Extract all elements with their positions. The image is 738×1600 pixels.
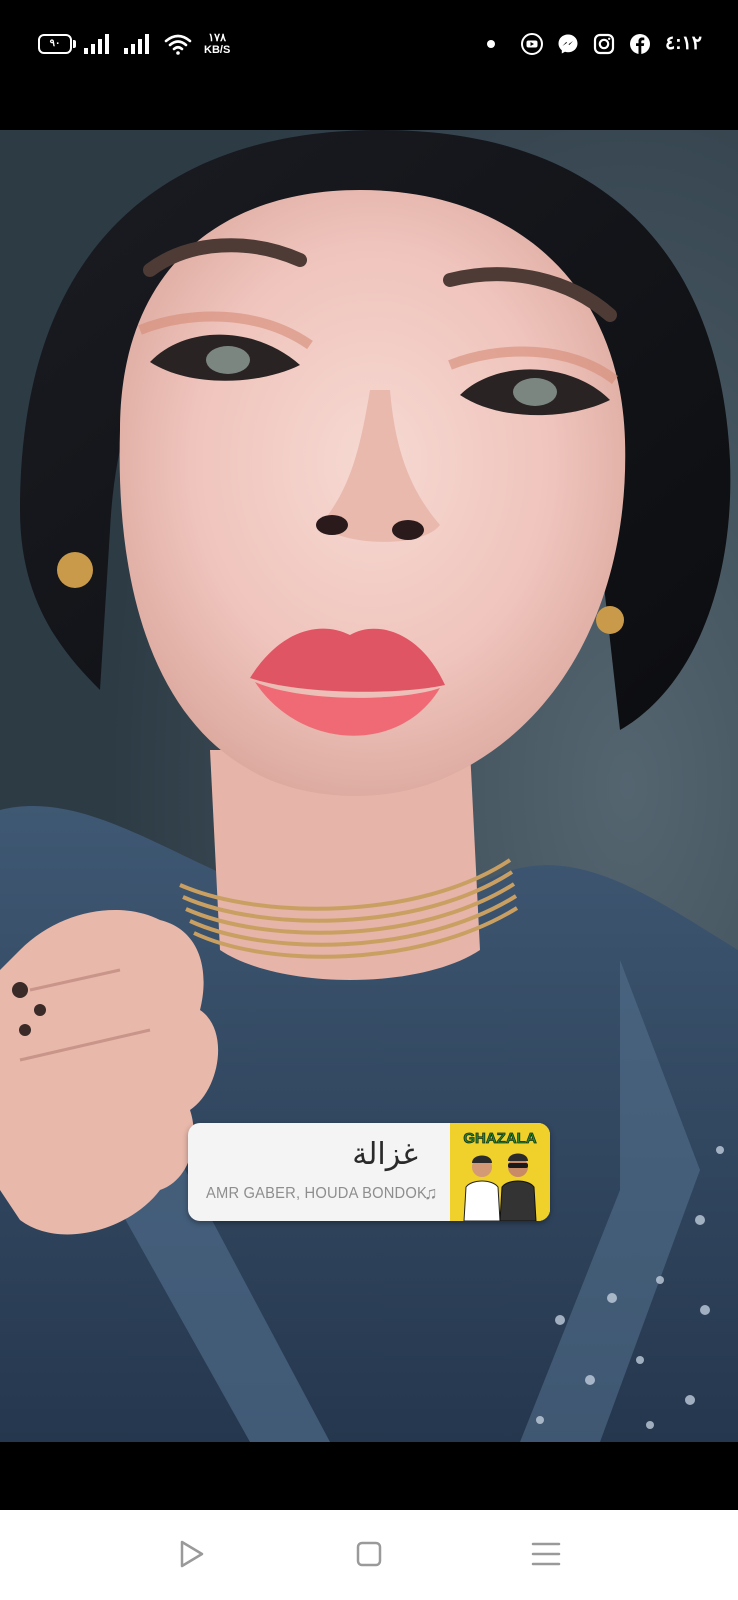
- song-artist: AMR GABER, HOUDA BONDOK: [206, 1185, 427, 1202]
- network-speed-value: ١٧٨: [208, 32, 226, 44]
- notification-dot-icon: [487, 39, 496, 48]
- clock: ٤:١٢: [665, 33, 702, 54]
- home-square-icon[interactable]: [353, 1538, 385, 1570]
- music-note-icon: ♫: [424, 1183, 438, 1203]
- instagram-icon: [593, 33, 615, 54]
- status-bar: ٩٠ ١٧٨ KB/S ٤:١٢: [0, 0, 738, 92]
- back-triangle-icon[interactable]: [176, 1538, 208, 1570]
- wifi-icon: [164, 34, 192, 55]
- album-art: GHAZALA: [450, 1123, 550, 1221]
- music-sticker[interactable]: غزالة AMR GABER, HOUDA BONDOK ♫ GHAZALA: [188, 1123, 550, 1221]
- battery-level: ٩٠: [49, 38, 61, 49]
- cell-signal-2-icon: [124, 34, 149, 54]
- album-art-image: GHAZALA: [450, 1123, 550, 1221]
- menu-lines-icon[interactable]: [530, 1538, 562, 1570]
- navigation-bar: [0, 1510, 738, 1600]
- status-bar-right: ٤:١٢: [487, 32, 702, 55]
- song-title: غزالة: [352, 1137, 418, 1172]
- messenger-icon: [558, 34, 578, 53]
- facebook-icon: [630, 33, 651, 54]
- phone-screen: ٩٠ ١٧٨ KB/S ٤:١٢ غزالة AMR GABER, HOUDA …: [0, 0, 738, 1600]
- network-speed: ١٧٨ KB/S: [204, 32, 230, 56]
- story-photo[interactable]: [0, 130, 738, 1442]
- youtube-icon: [521, 32, 544, 55]
- status-bar-left: ٩٠ ١٧٨ KB/S: [38, 32, 230, 56]
- album-art-title: GHAZALA: [463, 1130, 536, 1147]
- network-speed-unit: KB/S: [204, 44, 231, 56]
- battery-icon: ٩٠: [38, 34, 76, 54]
- story-image: [0, 130, 738, 1442]
- cell-signal-icon: [84, 34, 109, 54]
